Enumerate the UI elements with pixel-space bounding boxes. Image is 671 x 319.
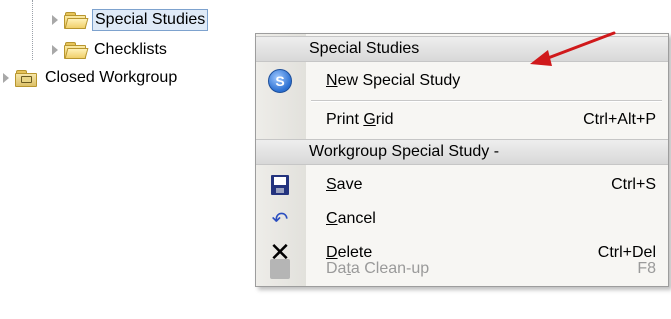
menu-item-shortcut: F8 [637, 260, 656, 277]
tree-item-checklists[interactable]: Checklists [52, 38, 169, 62]
menu-header-label: Special Studies [309, 40, 420, 57]
label-part: ancel [337, 210, 376, 227]
menu-separator [311, 100, 662, 102]
menu-item-label: Print Grid [326, 111, 394, 129]
menu-header-label: Workgroup Special Study - [309, 143, 500, 160]
menu-item-shortcut: Ctrl+Alt+P [583, 111, 656, 128]
menu-section-header: Special Studies [256, 36, 668, 62]
menu-section-header: Workgroup Special Study - [256, 139, 668, 165]
menu-item-label: Cancel [326, 210, 376, 228]
menu-item-label: Save [326, 176, 362, 194]
locked-folder-icon [15, 70, 37, 87]
label-part: rid [375, 111, 394, 128]
tree-item-label: Special Studies [92, 9, 209, 31]
mnemonic-letter: S [326, 176, 337, 193]
tree-item-label: Checklists [94, 41, 167, 58]
label-part: Da [326, 260, 347, 277]
menu-item-label-rest: ew Special Study [337, 72, 461, 89]
folder-icon [64, 42, 89, 59]
mnemonic-letter: N [326, 72, 338, 89]
menu-item-new-special-study[interactable]: S New Special Study [256, 64, 668, 98]
save-icon [268, 173, 292, 197]
expand-arrow-icon[interactable] [3, 73, 9, 83]
special-study-icon: S [268, 69, 292, 93]
menu-item-cancel[interactable]: ↶ Cancel [256, 202, 668, 236]
mnemonic-letter: C [326, 210, 338, 227]
tree-item-label: Closed Workgroup [45, 69, 178, 86]
tree-item-closed-workgroup[interactable]: Closed Workgroup [3, 66, 179, 90]
label-part: Print [326, 111, 364, 128]
context-menu: Special Studies S New Special Study Prin… [255, 33, 669, 287]
expand-arrow-icon[interactable] [52, 45, 58, 55]
label-part: ave [336, 176, 363, 193]
tree-line [32, 0, 33, 60]
menu-item-label: New Special Study [326, 72, 460, 90]
mnemonic-letter: G [363, 111, 376, 128]
menu-item-label: Data Clean-up [326, 260, 429, 278]
undo-icon: ↶ [271, 207, 289, 231]
disabled-icon [268, 257, 292, 281]
menu-item-save[interactable]: Save Ctrl+S [256, 168, 668, 202]
tree-item-special-studies[interactable]: Special Studies [52, 8, 209, 32]
folder-icon [64, 12, 89, 29]
label-part: a Clean-up [350, 260, 430, 277]
menu-item-data-cleanup[interactable]: Data Clean-up F8 [256, 252, 668, 286]
menu-item-shortcut: Ctrl+S [611, 176, 656, 193]
expand-arrow-icon[interactable] [52, 15, 58, 25]
menu-item-print-grid[interactable]: Print Grid Ctrl+Alt+P [256, 103, 668, 137]
